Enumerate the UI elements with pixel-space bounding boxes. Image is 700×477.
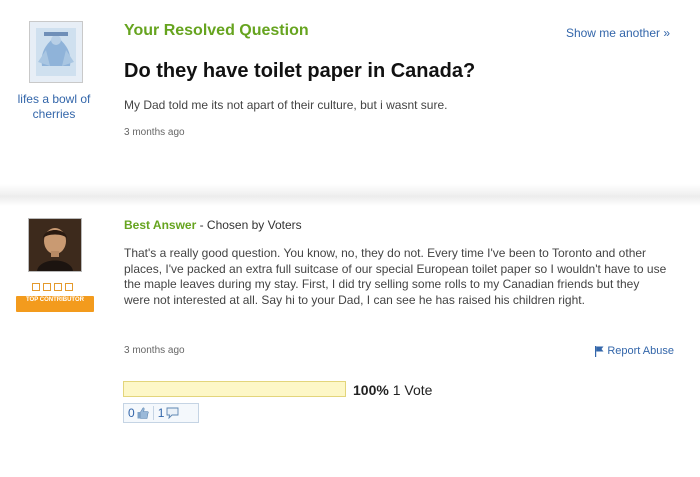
answerer-avatar[interactable]: [28, 218, 82, 272]
level-dot: [32, 283, 40, 291]
answer-timestamp: 3 months ago: [124, 345, 185, 356]
top-contributor-badge: TOP CONTRIBUTOR: [16, 296, 94, 312]
report-abuse-label: Report Abuse: [607, 345, 674, 357]
level-dot: [65, 283, 73, 291]
section-divider: [0, 184, 700, 206]
answer-body: That's a really good question. You know,…: [124, 246, 667, 307]
question-timestamp: 3 months ago: [124, 127, 185, 138]
best-answer-label: Best Answer: [124, 218, 197, 232]
level-dot: [54, 283, 62, 291]
question-title: Do they have toilet paper in Canada?: [124, 60, 476, 82]
thumbs-up-icon: [137, 407, 149, 419]
rating-buttons: 0 1: [123, 403, 199, 423]
flag-icon: [595, 345, 604, 357]
thumbs-down-count: 1: [157, 406, 165, 420]
vote-percent: 100%: [353, 382, 389, 398]
vote-percentage-bar: [123, 381, 346, 397]
vote-summary: 100% 1 Vote: [353, 382, 432, 398]
resolved-question-header: Your Resolved Question: [124, 22, 309, 39]
asker-avatar[interactable]: [29, 21, 83, 83]
question-body: My Dad told me its not apart of their cu…: [124, 98, 448, 112]
level-indicator: [32, 283, 73, 291]
thumbs-up-button[interactable]: 0: [124, 406, 153, 420]
level-dot: [43, 283, 51, 291]
thumbs-up-count: 0: [128, 406, 135, 420]
report-abuse-link[interactable]: Report Abuse: [594, 345, 674, 357]
vote-count: 1 Vote: [392, 382, 433, 398]
thumbs-down-button[interactable]: 1: [154, 406, 184, 420]
chosen-by-label: - Chosen by Voters: [196, 218, 302, 232]
speech-bubble-icon: [166, 407, 179, 419]
best-answer-heading: Best Answer - Chosen by Voters: [124, 218, 302, 232]
asker-name[interactable]: lifes a bowl of cherries: [4, 92, 104, 122]
show-another-link[interactable]: Show me another »: [566, 26, 670, 40]
